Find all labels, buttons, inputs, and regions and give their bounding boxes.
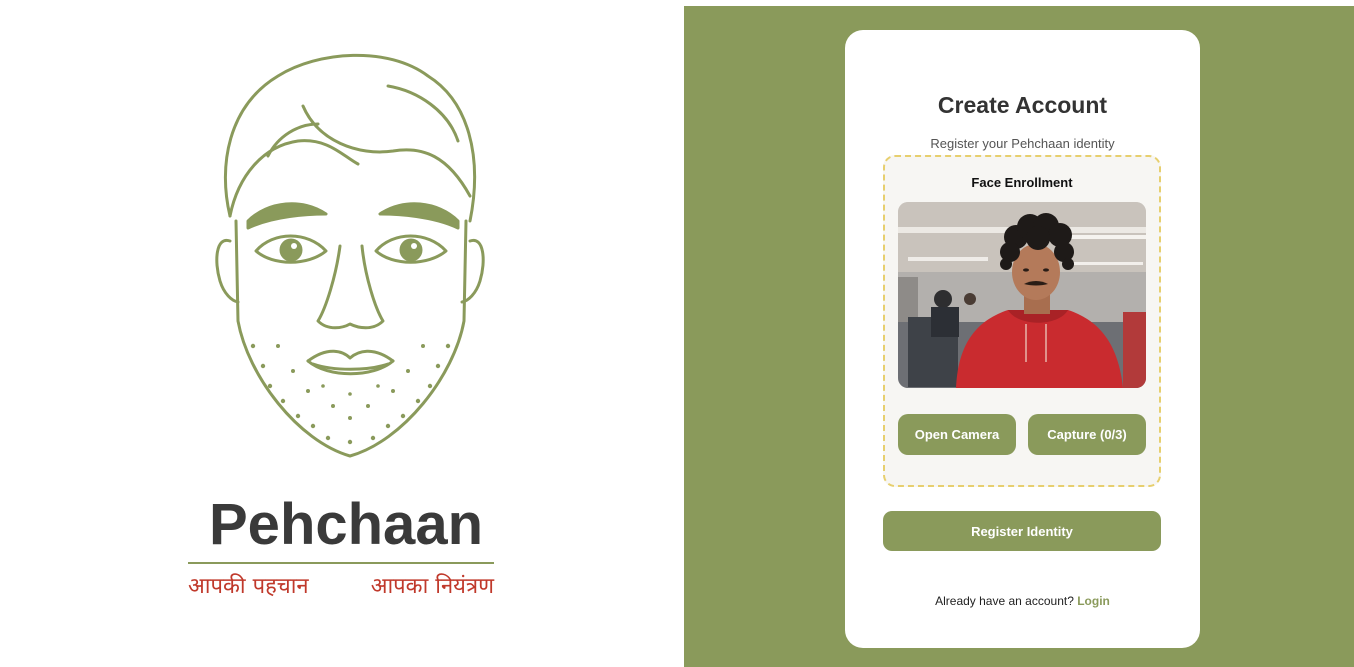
open-camera-button[interactable]: Open Camera	[898, 414, 1016, 455]
login-prompt: Already have an account? Login	[845, 594, 1200, 608]
brand-tagline: आपकी पहचान आपका नियंत्रण	[188, 572, 494, 602]
tagline-right: आपका नियंत्रण	[370, 574, 494, 599]
face-enrollment-title: Face Enrollment	[971, 175, 1073, 190]
register-card: Create Account Register your Pehchaan id…	[845, 30, 1200, 648]
capture-button[interactable]: Capture (0/3)	[1028, 414, 1146, 455]
login-prompt-text: Already have an account?	[935, 594, 1074, 608]
brand-name: Pehchaan	[209, 492, 483, 557]
register-identity-button[interactable]: Register Identity	[883, 511, 1161, 551]
face-enrollment-box: Face Enrollment Open Camera Capture (0/3…	[883, 155, 1161, 487]
register-page: Pehchaan आपकी पहचान आपका नियंत्रण Create…	[0, 0, 1354, 667]
page-title: Create Account	[937, 92, 1108, 118]
brand-divider	[188, 562, 494, 564]
face-logo-illustration	[215, 53, 485, 458]
tagline-left: आपकी पहचान	[188, 574, 309, 599]
form-panel: Create Account Register your Pehchaan id…	[684, 6, 1354, 667]
camera-preview	[898, 202, 1146, 388]
camera-feed-image	[898, 202, 1146, 388]
page-subtitle: Register your Pehchaan identity	[930, 136, 1115, 151]
brand-panel: Pehchaan आपकी पहचान आपका नियंत्रण	[8, 6, 684, 667]
login-link[interactable]: Login	[1077, 594, 1110, 608]
